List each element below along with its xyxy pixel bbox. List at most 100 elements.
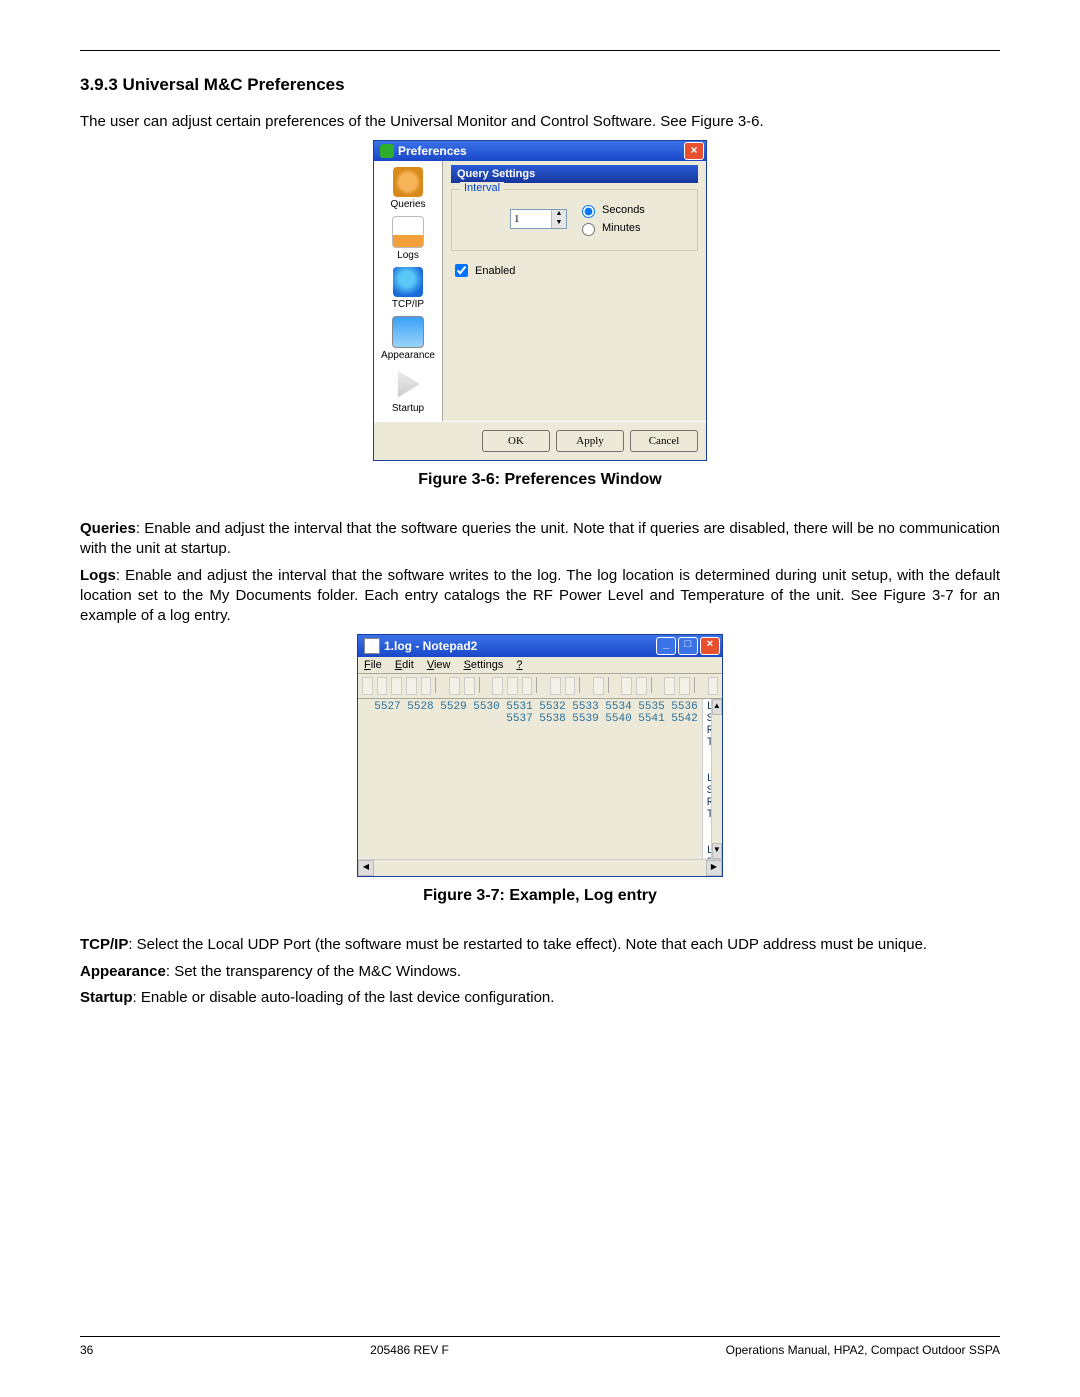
interval-input[interactable] xyxy=(511,210,551,228)
intro-paragraph: The user can adjust certain preferences … xyxy=(80,113,1000,130)
queries-desc: Queries: Enable and adjust the interval … xyxy=(80,519,1000,560)
zoomin-icon[interactable] xyxy=(621,677,632,695)
preferences-titlebar[interactable]: Preferences × xyxy=(374,141,706,161)
preferences-window: Preferences × Queries Logs TCP/IP xyxy=(373,140,707,461)
section-title: Universal M&C Preferences xyxy=(123,75,345,94)
radio-minutes-label: Minutes xyxy=(602,222,641,234)
close-icon[interactable]: × xyxy=(684,142,704,160)
logs-desc: Logs: Enable and adjust the interval tha… xyxy=(80,566,1000,627)
scroll-left-icon[interactable]: ◀ xyxy=(358,860,374,876)
line-number-gutter: 5527 5528 5529 5530 5531 5532 5533 5534 … xyxy=(358,699,703,859)
radio-minutes-input[interactable] xyxy=(582,223,595,236)
tcpip-text: : Select the Local UDP Port (the softwar… xyxy=(128,936,927,953)
editor-text[interactable]: Log Entry : 4:22:52 PM Tuesday, October … xyxy=(703,699,711,859)
logs-bold: Logs xyxy=(80,567,116,584)
notepad2-window: 1.log - Notepad2 _ □ × File Edit View Se… xyxy=(357,634,723,877)
top-rule xyxy=(80,50,1000,51)
close-icon[interactable]: × xyxy=(700,637,720,655)
footer-right: Operations Manual, HPA2, Compact Outdoor… xyxy=(726,1343,1000,1357)
notepad2-title: 1.log - Notepad2 xyxy=(384,639,654,653)
menu-view[interactable]: View xyxy=(427,659,451,671)
ok-button[interactable]: OK xyxy=(482,430,550,452)
startup-bold: Startup xyxy=(80,989,133,1006)
menu-settings[interactable]: Settings xyxy=(464,659,504,671)
interval-fieldset: Interval ▲ ▼ xyxy=(451,189,698,251)
tcpip-bold: TCP/IP xyxy=(80,936,128,953)
sidebar-item-label: Logs xyxy=(397,250,419,261)
find-icon[interactable] xyxy=(550,677,561,695)
minimize-icon[interactable]: _ xyxy=(656,637,676,655)
paste-icon[interactable] xyxy=(522,677,533,695)
horizontal-scrollbar[interactable]: ◀ ▶ xyxy=(358,859,722,876)
tcpip-desc: TCP/IP: Select the Local UDP Port (the s… xyxy=(80,935,1000,955)
sidebar-item-startup[interactable]: Startup xyxy=(391,367,425,414)
radio-seconds-input[interactable] xyxy=(582,205,595,218)
notepad2-titlebar[interactable]: 1.log - Notepad2 _ □ × xyxy=(358,635,722,657)
queries-bold: Queries xyxy=(80,520,136,537)
spin-down-icon[interactable]: ▼ xyxy=(551,219,566,228)
cancel-button[interactable]: Cancel xyxy=(630,430,698,452)
sidebar-item-label: Startup xyxy=(392,403,424,414)
sidebar-item-appearance[interactable]: Appearance xyxy=(381,316,435,361)
open-icon[interactable] xyxy=(377,677,388,695)
spin-up-icon[interactable]: ▲ xyxy=(551,210,566,219)
query-settings-header: Query Settings xyxy=(451,165,698,183)
sidebar-item-queries[interactable]: Queries xyxy=(390,167,425,210)
save-icon[interactable] xyxy=(406,677,417,695)
appearance-text: : Set the transparency of the M&C Window… xyxy=(166,963,461,980)
vertical-scrollbar[interactable]: ▲ ▼ xyxy=(711,699,722,859)
undo-icon[interactable] xyxy=(449,677,460,695)
appearance-desc: Appearance: Set the transparency of the … xyxy=(80,962,1000,982)
app-icon xyxy=(380,144,394,158)
apply-button[interactable]: Apply xyxy=(556,430,624,452)
scroll-down-icon[interactable]: ▼ xyxy=(712,843,722,859)
redo-icon[interactable] xyxy=(464,677,475,695)
enabled-checkbox[interactable] xyxy=(455,264,468,277)
startup-text: : Enable or disable auto-loading of the … xyxy=(133,989,555,1006)
maximize-icon[interactable]: □ xyxy=(678,637,698,655)
play-icon xyxy=(391,367,425,401)
sidebar-item-label: Appearance xyxy=(381,350,435,361)
section-number: 3.9.3 xyxy=(80,75,118,94)
notepad2-toolbar[interactable] xyxy=(358,674,722,699)
document-icon xyxy=(364,638,380,654)
preferences-title: Preferences xyxy=(398,144,684,158)
footer-page: 36 xyxy=(80,1343,93,1357)
sidebar-item-label: TCP/IP xyxy=(392,299,424,310)
globe-icon xyxy=(393,267,423,297)
menu-file[interactable]: File xyxy=(364,659,382,671)
browse-icon[interactable] xyxy=(391,677,402,695)
config-icon[interactable] xyxy=(679,677,690,695)
print-icon[interactable] xyxy=(421,677,432,695)
appearance-icon xyxy=(392,316,424,348)
sidebar-item-tcpip[interactable]: TCP/IP xyxy=(392,267,424,310)
radio-minutes[interactable]: Minutes xyxy=(577,220,645,236)
scroll-up-icon[interactable]: ▲ xyxy=(712,699,722,715)
scroll-right-icon[interactable]: ▶ xyxy=(706,860,722,876)
figure-3-7-caption: Figure 3-7: Example, Log entry xyxy=(80,887,1000,905)
footer-center: 205486 REV F xyxy=(370,1343,449,1357)
exit-icon[interactable] xyxy=(708,677,719,695)
scheme-icon[interactable] xyxy=(664,677,675,695)
radio-seconds[interactable]: Seconds xyxy=(577,202,645,218)
notepad2-menubar[interactable]: File Edit View Settings ? xyxy=(358,657,722,674)
wordwrap-icon[interactable] xyxy=(593,677,604,695)
radio-seconds-label: Seconds xyxy=(602,204,645,216)
copy-icon[interactable] xyxy=(507,677,518,695)
page-footer: 36 205486 REV F Operations Manual, HPA2,… xyxy=(80,1336,1000,1357)
startup-desc: Startup: Enable or disable auto-loading … xyxy=(80,988,1000,1008)
interval-legend: Interval xyxy=(460,182,504,194)
sidebar-item-logs[interactable]: Logs xyxy=(392,216,424,261)
new-icon[interactable] xyxy=(362,677,373,695)
section-heading: 3.9.3 Universal M&C Preferences xyxy=(80,75,1000,95)
menu-edit[interactable]: Edit xyxy=(395,659,414,671)
replace-icon[interactable] xyxy=(565,677,576,695)
zoomout-icon[interactable] xyxy=(636,677,647,695)
preferences-sidebar: Queries Logs TCP/IP Appearance xyxy=(374,161,443,421)
interval-spinner[interactable]: ▲ ▼ xyxy=(510,209,567,229)
cut-icon[interactable] xyxy=(492,677,503,695)
menu-help[interactable]: ? xyxy=(516,659,522,671)
sidebar-item-label: Queries xyxy=(390,199,425,210)
enabled-label: Enabled xyxy=(475,265,515,277)
appearance-bold: Appearance xyxy=(80,963,166,980)
